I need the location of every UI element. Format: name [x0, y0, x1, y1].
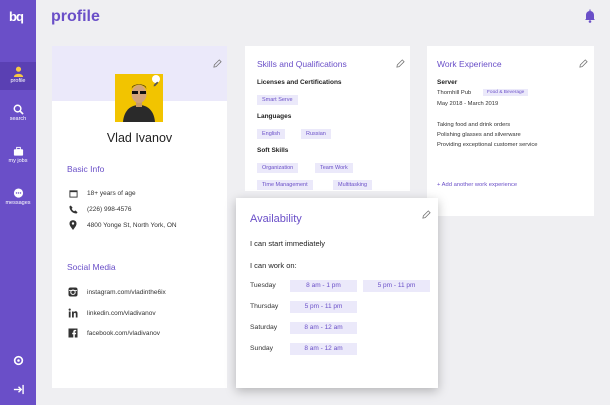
linkedin-link[interactable]: linkedin.com/vladivanov [87, 310, 156, 317]
chat-icon [13, 188, 23, 198]
nav-label: messages [5, 200, 31, 206]
soft-skill-tag: Organization [257, 163, 299, 173]
pencil-icon [153, 81, 159, 87]
briefcase-icon [13, 146, 23, 156]
languages-label: Languages [257, 113, 292, 120]
language-tag: English [257, 129, 286, 139]
soft-skill-tag: Multitasking [333, 180, 373, 190]
phone-row: (226) 998-4576 [67, 205, 131, 214]
industry-badge: Food & Beverage [483, 89, 529, 96]
social-media-heading: Social Media [67, 262, 116, 272]
time-slot: 5 pm - 11 pm [290, 301, 357, 313]
basic-info-heading: Basic Info [67, 164, 105, 174]
start-availability-text: I can start immediately [250, 239, 326, 248]
skills-title: Skills and Qualifications [257, 59, 347, 69]
edit-work-pencil-icon[interactable] [579, 59, 588, 68]
facebook-row[interactable]: facebook.com/vladivanov [67, 328, 160, 338]
facebook-icon [68, 328, 78, 338]
profile-card: Vlad Ivanov Basic Info 18+ years of age … [52, 46, 227, 388]
time-slot: 8 am - 12 am [290, 322, 357, 334]
user-icon [13, 66, 23, 77]
soft-skills-label: Soft Skills [257, 147, 289, 154]
job-role: Server [437, 79, 458, 86]
facebook-link[interactable]: facebook.com/vladivanov [87, 330, 160, 337]
linkedin-icon [68, 308, 78, 318]
licenses-label: Licenses and Certifications [257, 79, 342, 86]
edit-profile-pencil-icon[interactable] [213, 59, 222, 68]
time-slot: 8 am - 12 am [290, 343, 357, 355]
app-logo[interactable]: bq [9, 9, 24, 24]
day-label: Tuesday [250, 282, 276, 289]
skills-card: Skills and Qualifications Licenses and C… [245, 46, 410, 191]
nav-item-my-jobs[interactable]: my jobs [0, 146, 36, 172]
language-tag: Russian [301, 129, 331, 139]
soft-skill-tag: Team Work [315, 163, 353, 173]
nav-label: search [9, 116, 27, 122]
search-icon [13, 104, 24, 115]
settings-icon [13, 355, 23, 366]
calendar-icon [68, 190, 78, 198]
nav-item-messages[interactable]: messages [0, 188, 36, 214]
edit-availability-pencil-icon[interactable] [422, 210, 431, 219]
settings-button[interactable] [0, 355, 36, 369]
nav-item-search[interactable]: search [0, 104, 36, 130]
job-duty: Providing exceptional customer service [437, 142, 538, 148]
phone-icon [68, 205, 78, 214]
address-row: 4800 Yonge St, North York, ON [67, 220, 177, 230]
soft-skill-tag: Time Management [257, 180, 313, 190]
day-label: Sunday [250, 345, 274, 352]
address-text: 4800 Yonge St, North York, ON [87, 221, 177, 229]
work-experience-card: Work Experience Server Thornhill Pub Foo… [427, 46, 594, 216]
employer-name: Thornhill Pub [437, 90, 472, 96]
instagram-row[interactable]: instagram.com/vladinthe6ix [67, 287, 166, 297]
linkedin-row[interactable]: linkedin.com/vladivanov [67, 308, 156, 318]
job-dates: May 2018 - March 2019 [437, 101, 499, 107]
age-text: 18+ years of age [87, 190, 136, 197]
availability-title: Availability [250, 213, 302, 225]
age-row: 18+ years of age [67, 189, 136, 198]
page-title: profile [51, 8, 100, 25]
notifications-bell-icon[interactable] [584, 9, 596, 23]
profile-name: Vlad Ivanov [106, 131, 173, 145]
availability-card: Availability I can start immediately I c… [236, 198, 438, 388]
instagram-icon [68, 287, 78, 297]
nav-label: my jobs [8, 158, 28, 164]
job-duty: Taking food and drink orders [437, 122, 511, 128]
phone-text: (226) 998-4576 [87, 206, 132, 213]
nav-item-profile[interactable]: profile [0, 62, 36, 90]
work-days-label: I can work on: [250, 261, 297, 270]
location-pin-icon [69, 220, 77, 230]
sidebar: bq profile search my jobs messages [0, 0, 36, 405]
add-work-experience-link[interactable]: + Add another work experience [437, 182, 517, 188]
skill-tag: Smart Serve [257, 95, 298, 105]
time-slot: 5 pm - 11 pm [363, 280, 430, 292]
work-experience-title: Work Experience [437, 59, 502, 69]
job-duty: Polishing glasses and silverware [437, 132, 521, 138]
avatar-edit-badge[interactable] [152, 75, 160, 87]
edit-skills-pencil-icon[interactable] [396, 59, 405, 68]
day-label: Saturday [250, 324, 278, 331]
instagram-link[interactable]: instagram.com/vladinthe6ix [87, 289, 166, 296]
nav-label: profile [10, 78, 26, 84]
logout-button[interactable] [0, 384, 36, 398]
day-label: Thursday [250, 303, 279, 310]
time-slot: 8 am - 1 pm [290, 280, 357, 292]
logout-icon [13, 384, 24, 395]
